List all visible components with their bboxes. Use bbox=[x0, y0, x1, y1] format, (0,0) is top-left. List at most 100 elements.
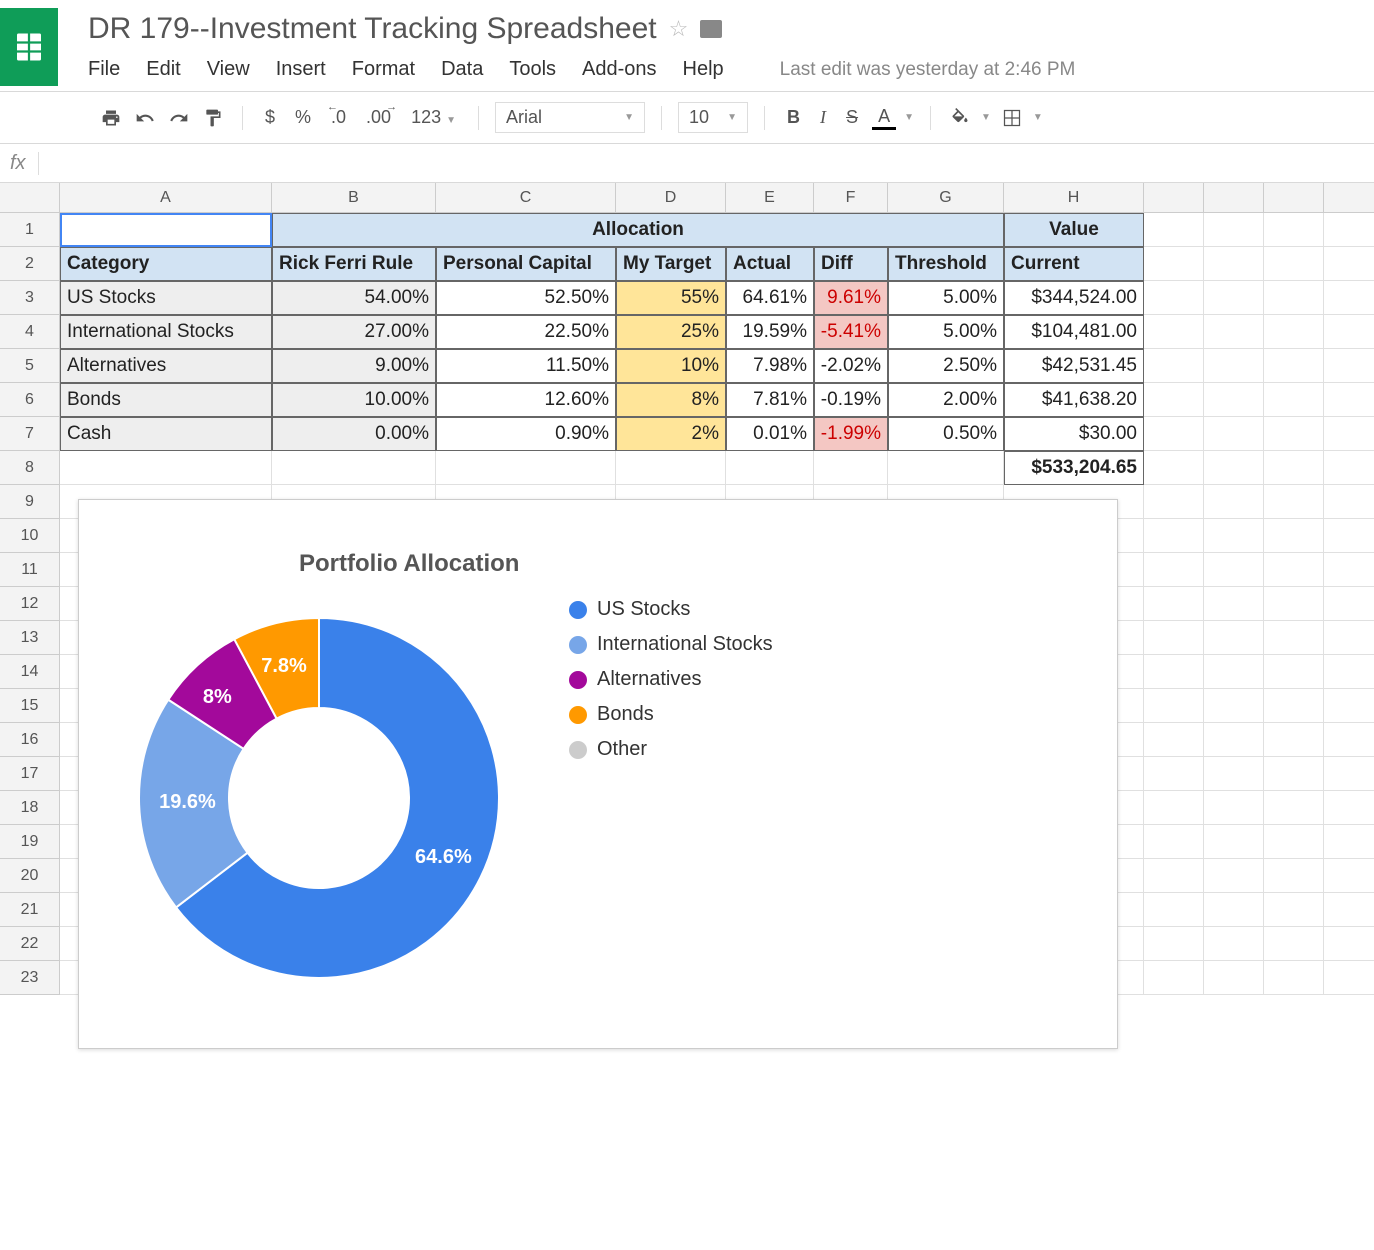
cell-empty[interactable] bbox=[1264, 621, 1324, 655]
cell-empty[interactable] bbox=[1204, 213, 1264, 247]
doc-title[interactable]: DR 179--Investment Tracking Spreadsheet bbox=[88, 12, 657, 46]
row-header-16[interactable]: 16 bbox=[0, 723, 60, 757]
cell-empty[interactable] bbox=[1264, 689, 1324, 723]
cell-empty[interactable] bbox=[1204, 281, 1264, 315]
redo-icon[interactable] bbox=[166, 105, 192, 131]
cell-empty[interactable] bbox=[1204, 689, 1264, 723]
more-formats-button[interactable]: 123 ▼ bbox=[405, 107, 462, 128]
cell-rick[interactable]: 10.00% bbox=[272, 383, 436, 417]
cell-empty[interactable] bbox=[1144, 281, 1204, 315]
cell-empty[interactable] bbox=[1324, 825, 1374, 859]
menu-insert[interactable]: Insert bbox=[276, 58, 326, 81]
cell-target[interactable]: 55% bbox=[616, 281, 726, 315]
chevron-down-icon[interactable]: ▼ bbox=[904, 112, 914, 123]
cell-empty[interactable] bbox=[1144, 859, 1204, 893]
cell-current[interactable]: $30.00 bbox=[1004, 417, 1144, 451]
cell-empty[interactable] bbox=[1204, 383, 1264, 417]
cell-empty[interactable] bbox=[1144, 519, 1204, 553]
col-header-extra[interactable] bbox=[1324, 183, 1374, 213]
cell-threshold[interactable]: 5.00% bbox=[888, 315, 1004, 349]
cell-diff[interactable]: -5.41% bbox=[814, 315, 888, 349]
italic-button[interactable]: I bbox=[814, 107, 832, 128]
cell-empty[interactable] bbox=[1264, 553, 1324, 587]
row-header-11[interactable]: 11 bbox=[0, 553, 60, 587]
row-header-1[interactable]: 1 bbox=[0, 213, 60, 247]
cell-threshold[interactable]: 0.50% bbox=[888, 417, 1004, 451]
header-rick-ferri[interactable]: Rick Ferri Rule bbox=[272, 247, 436, 281]
cell-empty[interactable] bbox=[1324, 315, 1374, 349]
format-currency-button[interactable]: $ bbox=[259, 107, 281, 128]
row-header-8[interactable]: 8 bbox=[0, 451, 60, 485]
cell-threshold[interactable]: 2.50% bbox=[888, 349, 1004, 383]
cell-target[interactable]: 2% bbox=[616, 417, 726, 451]
cell-empty[interactable] bbox=[1204, 961, 1264, 995]
cell-empty[interactable] bbox=[1264, 485, 1324, 519]
cell-empty[interactable] bbox=[1204, 485, 1264, 519]
cell-empty[interactable] bbox=[1264, 281, 1324, 315]
cell-empty[interactable] bbox=[436, 451, 616, 485]
cell-empty[interactable] bbox=[1324, 757, 1374, 791]
cell-pc[interactable]: 52.50% bbox=[436, 281, 616, 315]
cell-empty[interactable] bbox=[1144, 825, 1204, 859]
row-header-6[interactable]: 6 bbox=[0, 383, 60, 417]
cell-diff[interactable]: -2.02% bbox=[814, 349, 888, 383]
select-all-corner[interactable] bbox=[0, 183, 60, 213]
cell-empty[interactable] bbox=[1144, 349, 1204, 383]
cell-empty[interactable] bbox=[1204, 927, 1264, 961]
menu-addons[interactable]: Add-ons bbox=[582, 58, 657, 81]
cell-empty[interactable] bbox=[1264, 451, 1324, 485]
cell-empty[interactable] bbox=[1324, 519, 1374, 553]
cell-empty[interactable] bbox=[1324, 961, 1374, 995]
format-percent-button[interactable]: % bbox=[289, 107, 317, 128]
cell-empty[interactable] bbox=[1264, 213, 1324, 247]
row-header-21[interactable]: 21 bbox=[0, 893, 60, 927]
cell-empty[interactable] bbox=[1204, 757, 1264, 791]
cell-rick[interactable]: 0.00% bbox=[272, 417, 436, 451]
print-icon[interactable] bbox=[98, 105, 124, 131]
cell-empty[interactable] bbox=[1264, 417, 1324, 451]
cell-empty[interactable] bbox=[1264, 383, 1324, 417]
cell-empty[interactable] bbox=[1324, 213, 1374, 247]
col-header-A[interactable]: A bbox=[60, 183, 272, 213]
cell-empty[interactable] bbox=[1204, 893, 1264, 927]
cell-actual[interactable]: 64.61% bbox=[726, 281, 814, 315]
font-family-select[interactable]: Arial▼ bbox=[495, 102, 645, 133]
cell-empty[interactable] bbox=[1324, 927, 1374, 961]
cell-empty[interactable] bbox=[1204, 825, 1264, 859]
chart-portfolio-allocation[interactable]: Portfolio Allocation 64.6%19.6%8%7.8% US… bbox=[78, 499, 1118, 1049]
cell-rick[interactable]: 9.00% bbox=[272, 349, 436, 383]
cell-empty[interactable] bbox=[1324, 417, 1374, 451]
cell-empty[interactable] bbox=[1264, 825, 1324, 859]
col-header-F[interactable]: F bbox=[814, 183, 888, 213]
cell-empty[interactable] bbox=[1204, 655, 1264, 689]
col-header-C[interactable]: C bbox=[436, 183, 616, 213]
cell-empty[interactable] bbox=[1144, 213, 1204, 247]
chevron-down-icon[interactable]: ▼ bbox=[981, 112, 991, 123]
cell-empty[interactable] bbox=[1144, 757, 1204, 791]
col-header-extra[interactable] bbox=[1144, 183, 1204, 213]
row-header-17[interactable]: 17 bbox=[0, 757, 60, 791]
cell-empty[interactable] bbox=[1324, 893, 1374, 927]
row-header-5[interactable]: 5 bbox=[0, 349, 60, 383]
cell-empty[interactable] bbox=[1144, 961, 1204, 995]
col-header-H[interactable]: H bbox=[1004, 183, 1144, 213]
cell-rick[interactable]: 54.00% bbox=[272, 281, 436, 315]
header-category[interactable]: Category bbox=[60, 247, 272, 281]
cell-empty[interactable] bbox=[1264, 315, 1324, 349]
header-threshold[interactable]: Threshold bbox=[888, 247, 1004, 281]
undo-icon[interactable] bbox=[132, 105, 158, 131]
row-header-15[interactable]: 15 bbox=[0, 689, 60, 723]
cell-empty[interactable] bbox=[1264, 655, 1324, 689]
strikethrough-button[interactable]: S bbox=[840, 107, 864, 128]
star-icon[interactable]: ☆ bbox=[669, 16, 689, 42]
menu-edit[interactable]: Edit bbox=[146, 58, 180, 81]
cell-empty[interactable] bbox=[1324, 281, 1374, 315]
cell-empty[interactable] bbox=[1324, 383, 1374, 417]
increase-decimal-button[interactable]: .00→ bbox=[360, 107, 397, 128]
col-header-D[interactable]: D bbox=[616, 183, 726, 213]
cell-empty[interactable] bbox=[1324, 859, 1374, 893]
cell-empty[interactable] bbox=[1204, 791, 1264, 825]
cell-current[interactable]: $41,638.20 bbox=[1004, 383, 1144, 417]
cell-empty[interactable] bbox=[1144, 315, 1204, 349]
row-header-3[interactable]: 3 bbox=[0, 281, 60, 315]
